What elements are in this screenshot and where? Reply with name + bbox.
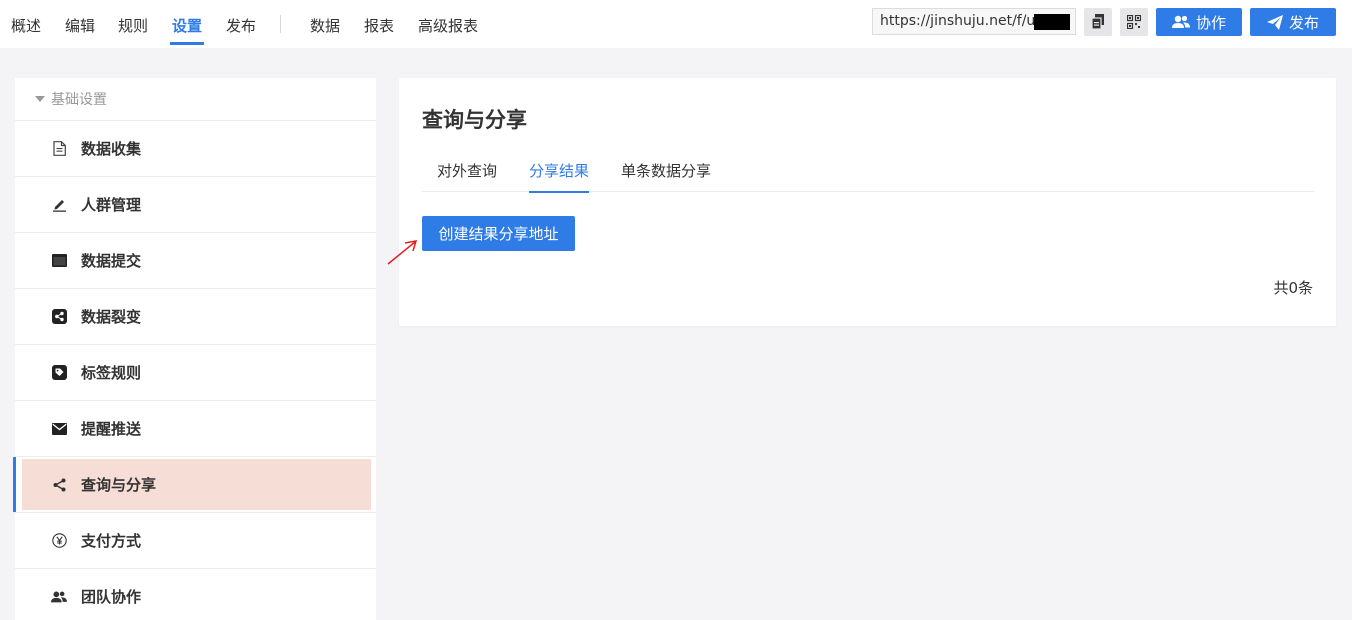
sidebar-item-label: 数据裂变 [81, 308, 142, 326]
tab-rules[interactable]: 规则 [118, 0, 148, 48]
sidebar-item-tag-rules[interactable]: 标签规则 [15, 345, 376, 401]
sidebar-item-data-collection[interactable]: 数据收集 [15, 121, 376, 177]
tab-single-entry-share[interactable]: 单条数据分享 [621, 150, 711, 192]
tab-publish[interactable]: 发布 [226, 0, 256, 48]
window-icon [51, 253, 67, 269]
sidebar-item-label: 支付方式 [81, 532, 142, 550]
form-url-text: https://jinshuju.net/f/u [880, 13, 1036, 29]
page-title: 查询与分享 [422, 108, 527, 132]
nav-divider [280, 15, 281, 33]
copy-icon [1091, 14, 1104, 30]
collaborate-button[interactable]: 协作 [1156, 8, 1242, 36]
sidebar-item-label: 提醒推送 [81, 420, 142, 438]
tab-report[interactable]: 报表 [364, 0, 394, 48]
collaborate-label: 协作 [1195, 13, 1226, 32]
tab-edit[interactable]: 编辑 [65, 0, 95, 48]
tab-share-results[interactable]: 分享结果 [529, 150, 590, 193]
sidebar-item-label: 团队协作 [81, 588, 142, 606]
query-share-panel: 查询与分享 对外查询 分享结果 单条数据分享 创建结果分享地址 共0条 [399, 78, 1336, 326]
caret-down-icon [35, 96, 45, 102]
copy-link-button[interactable] [1084, 8, 1112, 36]
sidebar-item-label: 数据收集 [81, 140, 142, 158]
create-result-share-button[interactable]: 创建结果分享地址 [422, 216, 575, 251]
sidebar-item-label: 数据提交 [81, 252, 142, 270]
yen-icon [51, 533, 67, 549]
tab-public-query[interactable]: 对外查询 [437, 150, 497, 192]
users-icon [1171, 15, 1190, 28]
tag-icon [51, 365, 67, 381]
sidebar-item-notifications[interactable]: 提醒推送 [15, 401, 376, 457]
sidebar-item-label: 人群管理 [81, 196, 142, 214]
sidebar-item-viral[interactable]: 数据裂变 [15, 289, 376, 345]
tab-advanced-report[interactable]: 高级报表 [418, 0, 478, 48]
sidebar-item-query-share[interactable]: 查询与分享 [13, 457, 376, 513]
qrcode-button[interactable] [1120, 8, 1148, 36]
url-redaction [1034, 14, 1070, 30]
pen-icon [51, 197, 67, 213]
top-bar: 概述 编辑 规则 设置 发布 数据 报表 高级报表 https://jinshu… [0, 0, 1352, 48]
publish-button[interactable]: 发布 [1250, 8, 1336, 36]
sidebar-section-title: 基础设置 [51, 92, 107, 108]
envelope-icon [51, 421, 67, 437]
document-icon [51, 141, 67, 157]
share-icon [51, 477, 67, 493]
sidebar-item-team[interactable]: 团队协作 [15, 569, 376, 620]
tab-data[interactable]: 数据 [310, 0, 340, 48]
publish-label: 发布 [1288, 13, 1319, 32]
sub-tab-bar: 对外查询 分享结果 单条数据分享 [422, 150, 1314, 193]
sidebar-item-audience[interactable]: 人群管理 [15, 177, 376, 233]
paper-plane-icon [1266, 14, 1283, 30]
share-square-icon [51, 309, 67, 325]
sidebar-item-payment[interactable]: 支付方式 [15, 513, 376, 569]
settings-sidebar: 基础设置 数据收集 人群管理 数据提交 数据裂变 标签规则 提醒推送 查询与分享… [13, 78, 376, 620]
total-count: 共0条 [1273, 279, 1313, 297]
sidebar-section-header[interactable]: 基础设置 [15, 78, 376, 121]
annotation-arrow-icon [387, 240, 418, 265]
qrcode-icon [1127, 15, 1141, 29]
tab-overview[interactable]: 概述 [11, 0, 41, 48]
users-icon [51, 589, 67, 605]
sidebar-item-label: 标签规则 [81, 364, 142, 382]
sidebar-item-submission[interactable]: 数据提交 [15, 233, 376, 289]
tab-settings[interactable]: 设置 [169, 0, 205, 48]
sidebar-item-label: 查询与分享 [81, 476, 157, 494]
